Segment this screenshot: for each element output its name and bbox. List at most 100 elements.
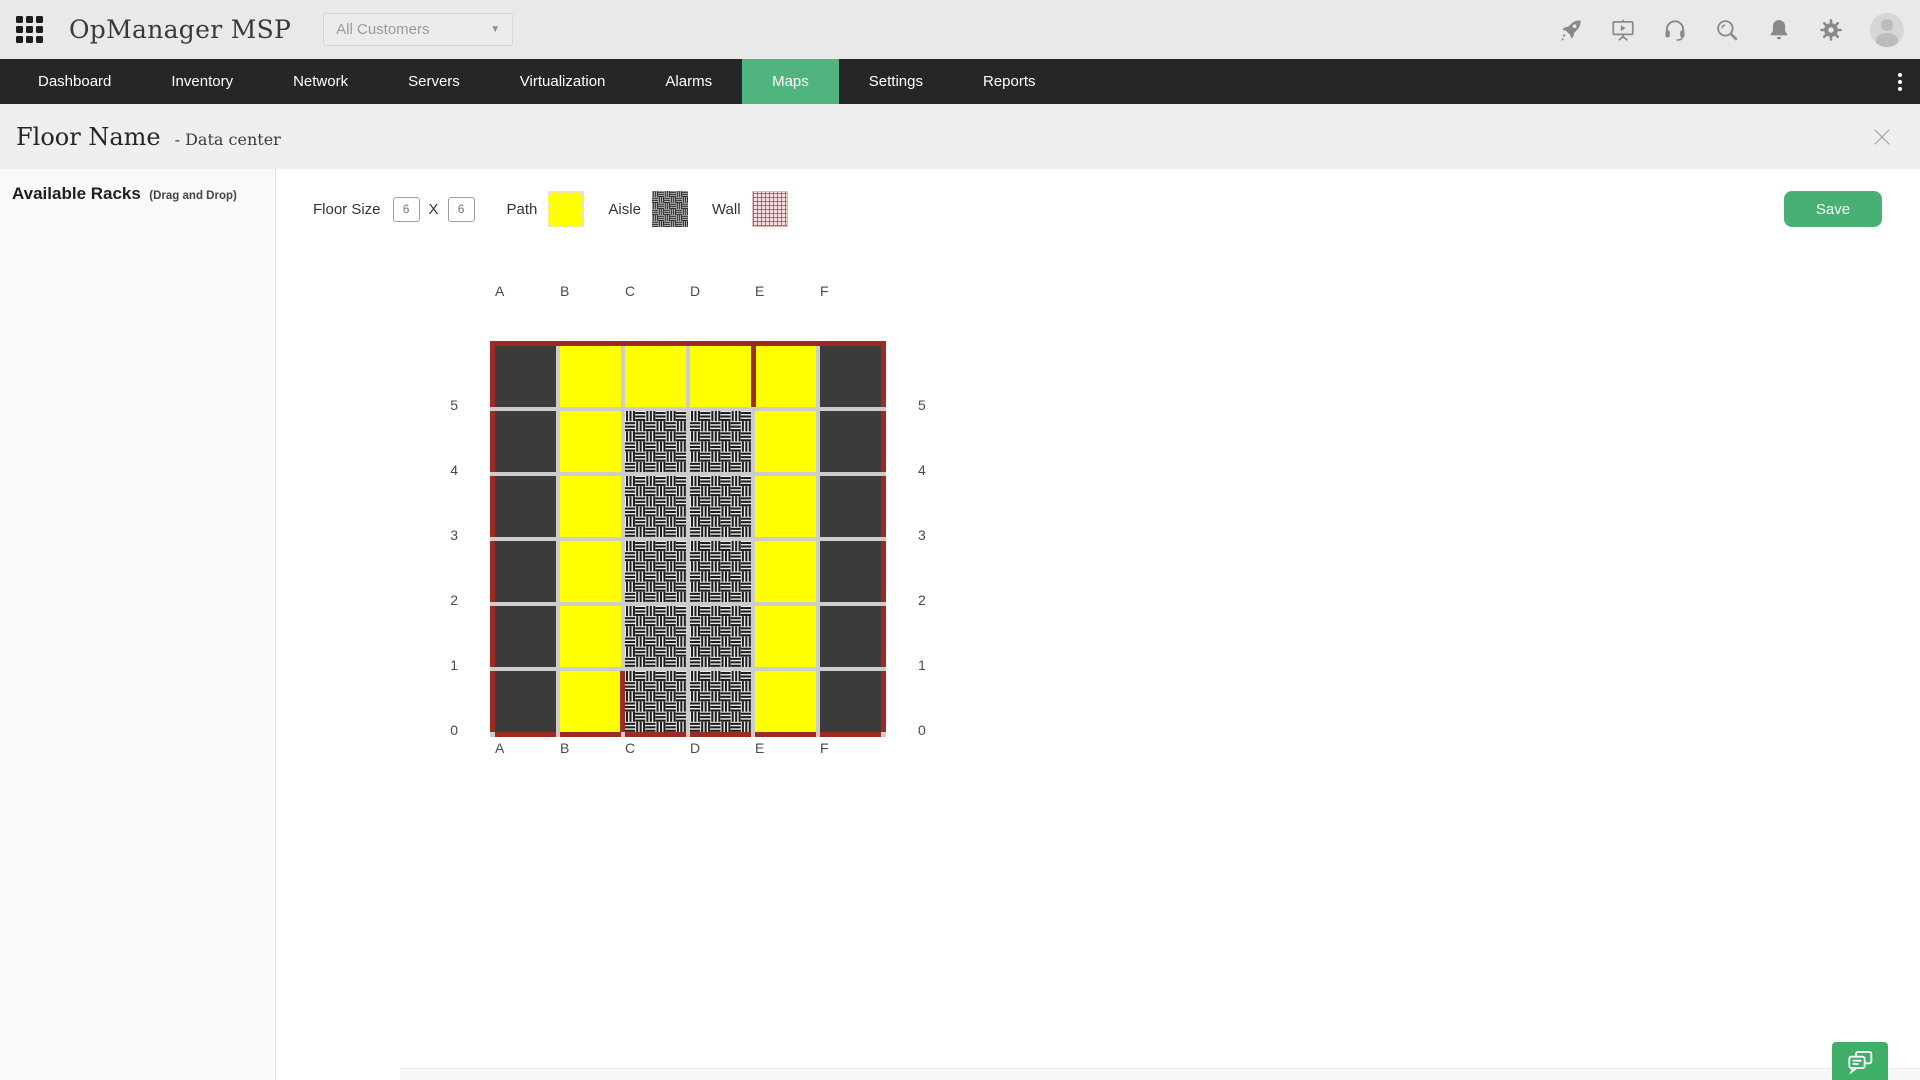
floor-cell-B3[interactable] xyxy=(560,476,621,537)
floor-cell-C3[interactable] xyxy=(625,476,686,537)
search-icon[interactable] xyxy=(1714,17,1740,43)
wall-swatch[interactable] xyxy=(752,191,788,227)
floor-cell-A5[interactable] xyxy=(495,346,556,407)
wall-segment xyxy=(755,341,816,346)
aisle-swatch[interactable] xyxy=(652,191,688,227)
nav-item-dashboard[interactable]: Dashboard xyxy=(8,59,141,104)
floor-cell-A4[interactable] xyxy=(495,411,556,472)
apps-grid-icon[interactable] xyxy=(16,16,43,43)
floor-cell-F4[interactable] xyxy=(820,411,881,472)
floor-cell-C2[interactable] xyxy=(625,541,686,602)
wall-segment xyxy=(881,476,886,537)
floor-cell-F3[interactable] xyxy=(820,476,881,537)
floor-cell-F2[interactable] xyxy=(820,541,881,602)
floor-cell-C1[interactable] xyxy=(625,606,686,667)
floor-cell-F1[interactable] xyxy=(820,606,881,667)
floor-cell-D4[interactable] xyxy=(690,411,751,472)
chevron-down-icon: ▼ xyxy=(490,24,500,35)
col-label: F xyxy=(815,740,880,756)
wall-segment xyxy=(495,732,556,737)
nav-item-alarms[interactable]: Alarms xyxy=(635,59,742,104)
floor-cell-C4[interactable] xyxy=(625,411,686,472)
wall-segment xyxy=(490,541,495,602)
floor-size-label: Floor Size xyxy=(313,201,381,218)
floor-cell-B2[interactable] xyxy=(560,541,621,602)
path-swatch[interactable] xyxy=(548,191,584,227)
floor-cell-E4[interactable] xyxy=(755,411,816,472)
wall-segment xyxy=(495,341,556,346)
floor-cell-A3[interactable] xyxy=(495,476,556,537)
floor-cell-E5[interactable] xyxy=(755,346,816,407)
floor-cell-D5[interactable] xyxy=(690,346,751,407)
floor-cell-B4[interactable] xyxy=(560,411,621,472)
wall-segment xyxy=(881,671,886,732)
floor-cell-E2[interactable] xyxy=(755,541,816,602)
wall-segment xyxy=(881,606,886,667)
floor-cell-C0[interactable] xyxy=(625,671,686,732)
save-button[interactable]: Save xyxy=(1784,191,1882,227)
wall-segment xyxy=(490,476,495,537)
floor-cell-E0[interactable] xyxy=(755,671,816,732)
floor-header-bar: Floor Name - Data center xyxy=(0,104,1920,169)
wall-segment xyxy=(625,341,686,346)
wall-segment xyxy=(560,341,621,346)
app-title: OpManager MSP xyxy=(69,15,291,44)
col-label: B xyxy=(555,740,620,756)
floor-width-input[interactable] xyxy=(393,197,420,222)
floor-grid-board: ABCDEF 543210 543210 ABCDEF xyxy=(426,283,950,756)
floor-cell-B0[interactable] xyxy=(560,671,621,732)
wall-segment xyxy=(755,732,816,737)
user-avatar[interactable] xyxy=(1870,13,1904,47)
wall-segment xyxy=(690,341,751,346)
floor-cell-A0[interactable] xyxy=(495,671,556,732)
floor-cell-D0[interactable] xyxy=(690,671,751,732)
sidebar-available-racks: Available Racks (Drag and Drop) xyxy=(0,169,276,1080)
row-label: 5 xyxy=(886,348,950,413)
training-icon[interactable] xyxy=(1610,17,1636,43)
nav-item-network[interactable]: Network xyxy=(263,59,378,104)
floor-editor: Floor Size X Path Aisle Wall Save ABCDEF… xyxy=(276,169,1920,1080)
notifications-icon[interactable] xyxy=(1766,17,1792,43)
floor-cell-D1[interactable] xyxy=(690,606,751,667)
support-icon[interactable] xyxy=(1662,17,1688,43)
chat-button[interactable] xyxy=(1832,1042,1888,1080)
settings-icon[interactable] xyxy=(1818,17,1844,43)
row-label: 4 xyxy=(426,413,490,478)
floor-cell-B1[interactable] xyxy=(560,606,621,667)
row-label: 1 xyxy=(426,608,490,673)
close-button[interactable] xyxy=(1868,123,1896,151)
floor-cell-F5[interactable] xyxy=(820,346,881,407)
wall-segment xyxy=(490,346,495,407)
floor-cell-A1[interactable] xyxy=(495,606,556,667)
horizontal-scrollbar[interactable] xyxy=(400,1068,1920,1080)
floor-cell-D3[interactable] xyxy=(690,476,751,537)
column-labels-bottom: ABCDEF xyxy=(490,740,950,756)
col-label: E xyxy=(750,283,815,299)
row-label: 3 xyxy=(426,478,490,543)
wall-segment xyxy=(490,671,495,732)
rocket-icon[interactable] xyxy=(1558,17,1584,43)
nav-item-servers[interactable]: Servers xyxy=(378,59,490,104)
floor-cell-D2[interactable] xyxy=(690,541,751,602)
row-label: 4 xyxy=(886,413,950,478)
floor-cell-E1[interactable] xyxy=(755,606,816,667)
customer-selector[interactable]: All Customers ▼ xyxy=(323,13,513,46)
floor-cell-E3[interactable] xyxy=(755,476,816,537)
nav-item-reports[interactable]: Reports xyxy=(953,59,1066,104)
floor-cell-C5[interactable] xyxy=(625,346,686,407)
nav-item-settings[interactable]: Settings xyxy=(839,59,953,104)
overflow-menu-button[interactable] xyxy=(1894,69,1906,95)
content-area: Available Racks (Drag and Drop) Floor Si… xyxy=(0,169,1920,1080)
wall-segment xyxy=(490,411,495,472)
floor-cell-F0[interactable] xyxy=(820,671,881,732)
aisle-label: Aisle xyxy=(608,201,641,218)
nav-item-inventory[interactable]: Inventory xyxy=(141,59,263,104)
col-label: F xyxy=(815,283,880,299)
floor-cell-B5[interactable] xyxy=(560,346,621,407)
floor-grid xyxy=(490,341,886,737)
floor-height-input[interactable] xyxy=(448,197,475,222)
floor-cell-A2[interactable] xyxy=(495,541,556,602)
row-label: 1 xyxy=(886,608,950,673)
nav-item-virtualization[interactable]: Virtualization xyxy=(490,59,636,104)
nav-item-maps[interactable]: Maps xyxy=(742,59,839,104)
